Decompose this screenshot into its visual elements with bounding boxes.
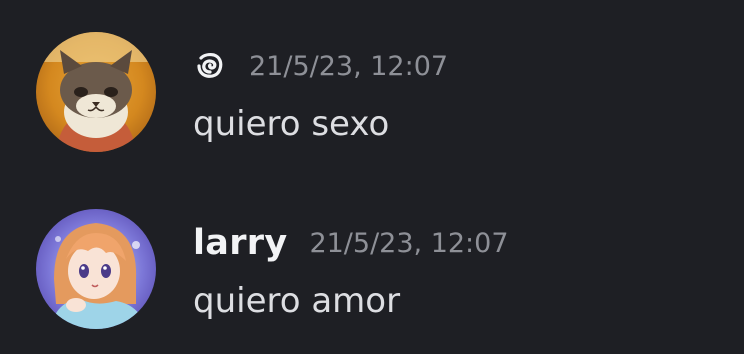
- message-item[interactable]: larry 21/5/23, 12:07 quiero amor: [0, 205, 744, 354]
- anime-girl-avatar-icon: [36, 209, 156, 329]
- user-avatar[interactable]: [36, 209, 156, 329]
- user-avatar[interactable]: [36, 32, 156, 152]
- message-item[interactable]: 21/5/23, 12:07 quiero sexo: [0, 28, 744, 178]
- message-author[interactable]: larry: [193, 223, 287, 263]
- message-header: 21/5/23, 12:07: [193, 42, 448, 90]
- message-timestamp: 21/5/23, 12:07: [249, 50, 449, 82]
- spiral-icon[interactable]: [193, 49, 227, 83]
- message-text: quiero amor: [193, 281, 401, 321]
- message-timestamp: 21/5/23, 12:07: [309, 227, 509, 259]
- message-text: quiero sexo: [193, 104, 390, 144]
- cat-plush-avatar-icon: [36, 32, 156, 152]
- message-header: larry 21/5/23, 12:07: [193, 219, 509, 267]
- chat-log: 21/5/23, 12:07 quiero sexo larry 21/5/23…: [0, 0, 744, 354]
